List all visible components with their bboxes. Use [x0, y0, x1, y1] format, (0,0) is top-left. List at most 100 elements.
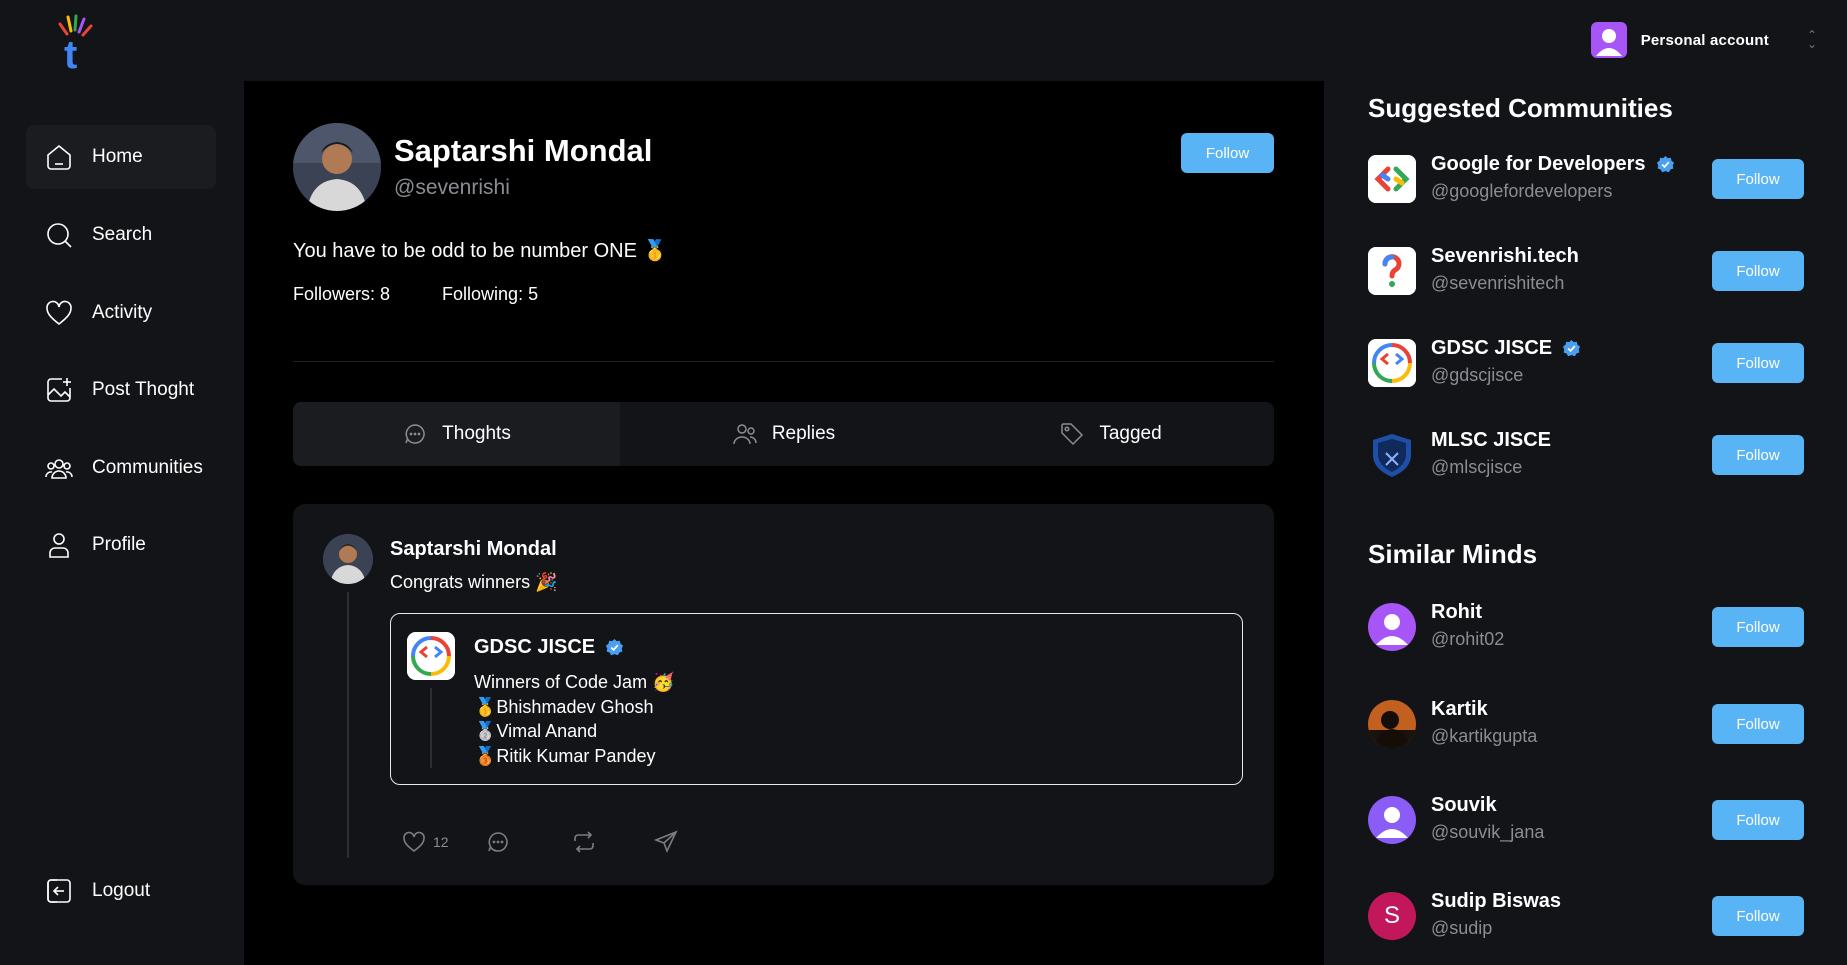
verified-badge-icon	[1563, 339, 1581, 357]
chat-bubble-icon	[487, 832, 508, 852]
user-avatar-icon	[1368, 603, 1416, 651]
nav-item-activity[interactable]: Activity	[26, 281, 216, 345]
community-name-row: Google for Developers	[1431, 153, 1675, 176]
tab-label: Replies	[771, 423, 836, 444]
follow-button[interactable]: Follow	[1712, 704, 1804, 744]
embedded-thought[interactable]: GDSC JISCE Winners of Code Jam 🥳 🥇Bhishm…	[390, 613, 1243, 785]
profile-bio: You have to be odd to be number ONE 🥇	[293, 240, 668, 262]
logout-label: Logout	[92, 880, 151, 901]
nav-item-post-thought[interactable]: Post Thoght	[26, 358, 216, 422]
follow-button[interactable]: Follow	[1712, 251, 1804, 291]
users-icon	[45, 459, 73, 479]
user-icon	[49, 533, 69, 558]
community-item[interactable]: Google for Developers @googlefordevelope…	[1368, 151, 1804, 207]
gdsc-logo-icon	[407, 632, 455, 680]
profile-avatar	[293, 123, 381, 211]
post-text: Congrats winners 🎉	[390, 572, 558, 592]
profile-handle: @sevenrishi	[394, 176, 510, 199]
profile-stats: Followers: 8 Following: 5	[293, 284, 538, 305]
similar-minds-title: Similar Minds	[1368, 539, 1538, 569]
post-author-name[interactable]: Saptarshi Mondal	[390, 538, 557, 561]
like-button[interactable]: 12	[401, 829, 449, 855]
embed-line: Winners of Code Jam 🥳	[474, 672, 675, 692]
community-handle: @mlscjisce	[1431, 457, 1523, 477]
user-name-row: Rohit	[1431, 601, 1482, 624]
repost-button[interactable]	[571, 829, 597, 855]
community-handle: @gdscjisce	[1431, 365, 1524, 385]
community-item[interactable]: Sevenrishi.tech @sevenrishitech Follow	[1368, 243, 1804, 299]
left-sidebar: Home Search Activity Post Thoght Communi…	[0, 81, 244, 965]
follow-button[interactable]: Follow	[1712, 607, 1804, 647]
community-item[interactable]: GDSC JISCE @gdscjisce Follow	[1368, 335, 1804, 391]
verified-badge-icon	[606, 638, 624, 656]
account-avatar	[1590, 22, 1627, 58]
gdsc-logo-icon	[1368, 339, 1416, 387]
user-name: Kartik	[1431, 698, 1488, 720]
community-name: GDSC JISCE	[1431, 337, 1553, 359]
share-button[interactable]	[653, 829, 679, 855]
nav-item-home[interactable]: Home	[26, 125, 216, 189]
tab-label: Thoghts	[442, 423, 511, 444]
app-logo-icon[interactable]: t	[50, 12, 98, 72]
tab-thoughts[interactable]: Thoghts	[293, 402, 620, 466]
community-handle: @sevenrishitech	[1431, 273, 1565, 293]
user-item[interactable]: Rohit @rohit02 Follow	[1368, 599, 1804, 655]
followers-count[interactable]: Followers: 8	[293, 284, 390, 305]
follow-button[interactable]: Follow	[1181, 133, 1274, 173]
embed-line: 🥉Ritik Kumar Pandey	[474, 745, 656, 766]
heart-icon	[46, 300, 72, 326]
embed-author: GDSC JISCE	[474, 636, 624, 659]
follow-button[interactable]: Follow	[1712, 159, 1804, 199]
community-item[interactable]: MLSC JISCE @mlscjisce Follow	[1368, 427, 1804, 483]
nav-label: Profile	[92, 534, 146, 555]
nav-label: Search	[92, 224, 153, 245]
follow-button[interactable]: Follow	[1712, 800, 1804, 840]
follow-button[interactable]: Follow	[1712, 896, 1804, 936]
post-author-avatar[interactable]	[323, 534, 373, 584]
svg-text:t: t	[64, 33, 77, 72]
chat-bubble-icon	[405, 424, 425, 444]
community-handle: @googlefordevelopers	[1431, 181, 1613, 201]
user-initial-avatar: S	[1368, 892, 1416, 940]
suggested-communities-title: Suggested Communities	[1368, 93, 1673, 123]
send-icon	[653, 830, 678, 854]
shield-logo-icon	[1368, 431, 1416, 479]
logout-icon	[47, 879, 71, 903]
user-name-row: Sudip Biswas	[1431, 890, 1561, 913]
user-name: Souvik	[1431, 794, 1497, 816]
nav-label: Communities	[92, 457, 203, 478]
users-icon	[733, 424, 757, 445]
follow-button[interactable]: Follow	[1712, 343, 1804, 383]
user-item[interactable]: Kartik @kartikgupta Follow	[1368, 696, 1804, 752]
reply-button[interactable]	[485, 829, 511, 855]
heart-icon	[403, 831, 425, 853]
tab-replies[interactable]: Replies	[620, 402, 947, 466]
user-handle: @kartikgupta	[1431, 726, 1538, 746]
embed-line: 🥈Vimal Anand	[474, 721, 598, 741]
verified-badge-icon	[1656, 155, 1674, 173]
account-switcher[interactable]: Personal account ⌃ ⌄	[1590, 22, 1817, 58]
community-name-row: Sevenrishi.tech	[1431, 245, 1579, 268]
nav-item-profile[interactable]: Profile	[26, 513, 216, 577]
like-count: 12	[433, 834, 449, 850]
logout-button[interactable]: Logout	[26, 859, 216, 923]
follow-button[interactable]: Follow	[1712, 435, 1804, 475]
right-sidebar: Suggested Communities Google for Develop…	[1324, 81, 1847, 965]
chevron-up-down-icon: ⌃ ⌄	[1806, 28, 1817, 51]
user-item[interactable]: S Sudip Biswas @sudip Follow	[1368, 888, 1804, 944]
nav-label: Post Thoght	[92, 379, 195, 400]
user-item[interactable]: Souvik @souvik_jana Follow	[1368, 792, 1804, 848]
nav-item-search[interactable]: Search	[26, 203, 216, 267]
community-name-row: GDSC JISCE	[1431, 337, 1581, 360]
user-handle: @souvik_jana	[1431, 822, 1545, 842]
tab-tagged[interactable]: Tagged	[947, 402, 1274, 466]
search-icon	[47, 223, 72, 248]
user-handle: @sudip	[1431, 918, 1493, 938]
thought-card: Saptarshi Mondal Congrats winners 🎉 GDSC…	[293, 504, 1274, 885]
user-name: Sudip Biswas	[1431, 890, 1562, 912]
nav-item-communities[interactable]: Communities	[26, 436, 216, 500]
account-label: Personal account	[1640, 31, 1769, 49]
user-avatar-icon	[1368, 700, 1416, 748]
nav-label: Activity	[92, 302, 153, 323]
following-count[interactable]: Following: 5	[442, 284, 538, 305]
